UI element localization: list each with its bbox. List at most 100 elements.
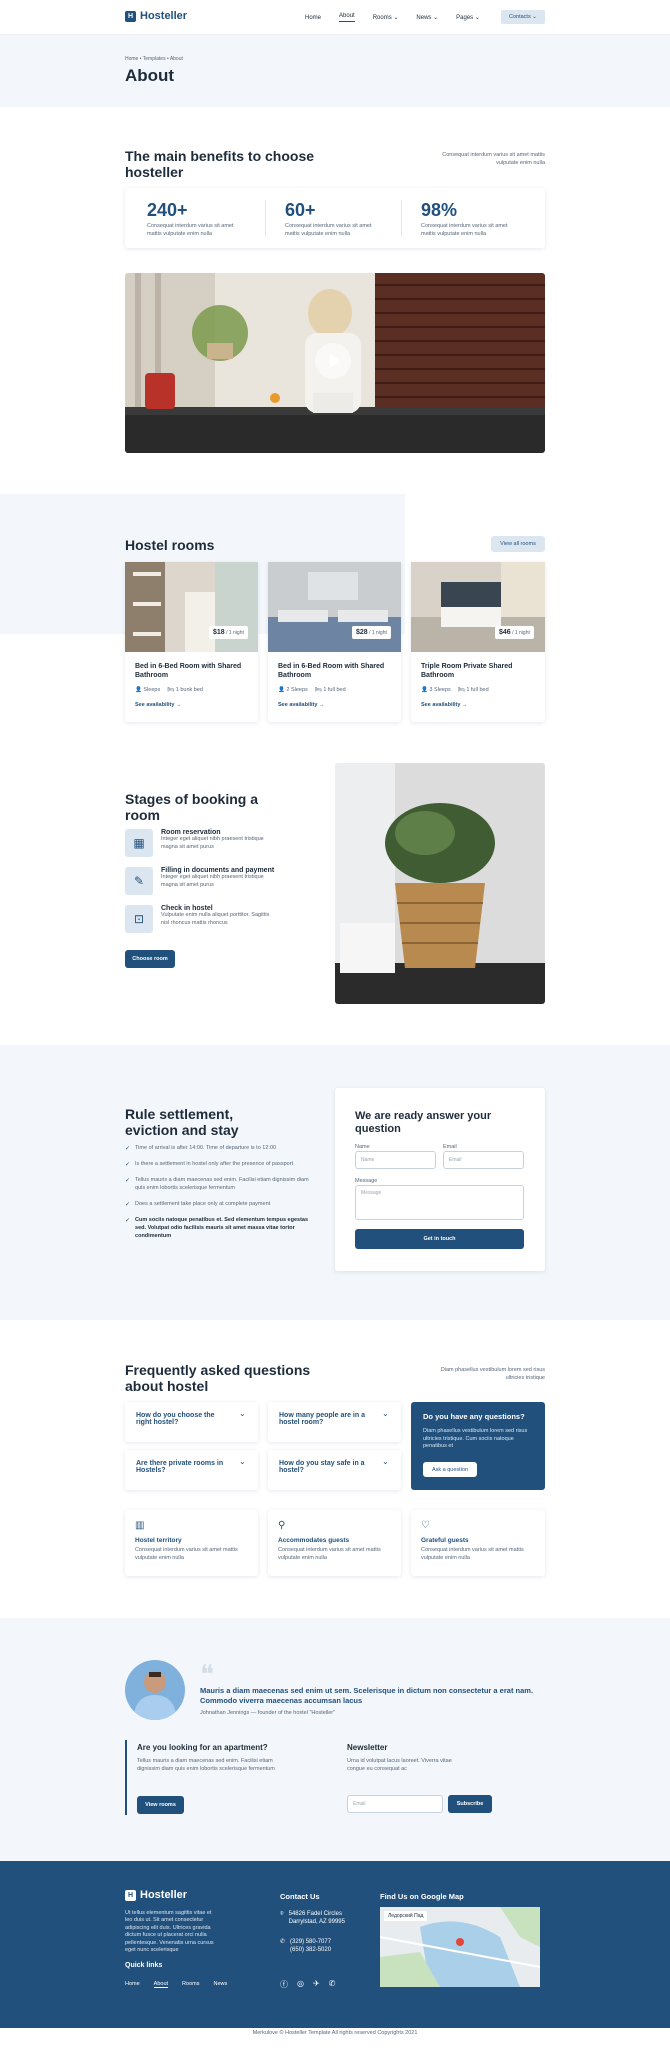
stage-item: ⊡ Check in hostel Vulputate enim nulla al… xyxy=(125,905,315,943)
feature-title: Hostel territory xyxy=(135,1537,182,1544)
faq-item[interactable]: How many people are in a hostel room? ⌄ xyxy=(268,1402,401,1442)
faq-item[interactable]: Are there private rooms in Hostels? ⌄ xyxy=(125,1450,258,1490)
nav-rooms[interactable]: Rooms ⌄ xyxy=(373,14,399,21)
plant-image xyxy=(335,763,545,1004)
faq-question: How do you choose the right hostel? xyxy=(136,1412,215,1426)
video-preview[interactable] xyxy=(125,273,545,453)
see-availability-link[interactable]: See availability → xyxy=(421,702,467,708)
heart-icon: ♡ xyxy=(421,1520,430,1531)
map-title: Find Us on Google Map xyxy=(380,1892,464,1901)
stat-value: 60+ xyxy=(285,200,316,220)
stat-2: 60+ Consequat interdum varius sit amet m… xyxy=(285,200,385,239)
room-card[interactable]: $46 / 1 night Triple Room Private Shared… xyxy=(411,562,545,722)
footer-link-news[interactable]: News xyxy=(213,1981,227,1988)
questions-box: Do you have any questions? Diam phasellu… xyxy=(411,1402,545,1490)
room-card[interactable]: $28 / 1 night Bed in 6-Bed Room with Sha… xyxy=(268,562,401,722)
logo[interactable]: H Hosteller xyxy=(125,10,187,22)
stats-card: 240+ Consequat interdum varius sit amet … xyxy=(125,188,545,248)
nav-about[interactable]: About xyxy=(339,13,355,22)
faq-title: Frequently asked questions about hostel xyxy=(125,1362,311,1395)
divider xyxy=(265,200,266,236)
quote-section-bg xyxy=(0,1618,670,1861)
see-availability-link[interactable]: See availability → xyxy=(135,702,181,708)
faq-item[interactable]: How do you stay safe in a hostel? ⌄ xyxy=(268,1450,401,1490)
stage-item: ▦ Room reservation Integer eget aliquet n… xyxy=(125,829,315,867)
footer-logo[interactable]: H Hosteller xyxy=(125,1889,187,1901)
stage-item: ✎ Filling in documents and payment Intege… xyxy=(125,867,315,905)
chevron-down-icon[interactable]: ⌄ xyxy=(382,1409,389,1418)
whatsapp-icon[interactable]: ✆ xyxy=(329,1979,336,1990)
check-icon: ✓ xyxy=(125,1177,131,1184)
stage-title: Room reservation xyxy=(161,829,221,836)
rule-item: ✓ Tellus mauris a diam maecenas sed enim.… xyxy=(125,1176,309,1191)
subscribe-button[interactable]: Subscribe xyxy=(448,1795,492,1813)
faq-item[interactable]: How do you choose the right hostel? ⌄ xyxy=(125,1402,258,1442)
message-textarea[interactable]: Message xyxy=(355,1185,524,1220)
room-name: Triple Room Private Shared Bathroom xyxy=(421,663,513,679)
feature-card: ⚲ Accommodates guests Consequat interdum… xyxy=(268,1510,401,1576)
footer-link-rooms[interactable]: Rooms xyxy=(182,1981,199,1988)
footer-link-home[interactable]: Home xyxy=(125,1981,140,1988)
stage-text: Integer eget aliquet nibh praesent trist… xyxy=(161,874,264,888)
see-availability-link[interactable]: See availability → xyxy=(278,702,324,708)
nav-news[interactable]: News ⌄ xyxy=(416,14,438,21)
form-title: We are ready answer your question xyxy=(355,1110,492,1135)
room-name: Bed in 6-Bed Room with Shared Bathroom xyxy=(135,663,242,679)
email-input[interactable]: Email xyxy=(443,1151,524,1169)
get-in-touch-button[interactable]: Get in touch xyxy=(355,1229,524,1249)
newsletter-email-input[interactable]: Email xyxy=(347,1795,443,1813)
choose-room-button[interactable]: Choose room xyxy=(125,950,175,968)
name-input[interactable]: Name xyxy=(355,1151,436,1169)
stat-text: Consequat interdum varius sit amet matti… xyxy=(147,223,234,237)
stage-title: Check in hostel xyxy=(161,905,213,912)
stat-1: 240+ Consequat interdum varius sit amet … xyxy=(147,200,247,239)
page-title: About xyxy=(125,66,175,85)
footer-text: Ut tellus elementum sagittis vitae et le… xyxy=(125,1910,214,1954)
room-meta: 👤 Sleeps 🛏 1 bunk bed xyxy=(135,687,203,695)
instagram-icon[interactable]: ◎ xyxy=(297,1979,304,1990)
questions-box-title: Do you have any questions? xyxy=(423,1412,525,1421)
play-icon[interactable] xyxy=(315,343,351,379)
facebook-icon[interactable]: ⓕ xyxy=(280,1979,288,1990)
google-map[interactable]: Ледорский Пад xyxy=(380,1907,540,1987)
twitter-icon[interactable]: ✈ xyxy=(313,1979,320,1990)
chevron-down-icon[interactable]: ⌄ xyxy=(239,1457,246,1466)
rule-item: ✓ Is there a settlement in hostel only af… xyxy=(125,1160,294,1168)
footer-link-about[interactable]: About xyxy=(153,1981,169,1988)
faq-side-text: Diam phasellus vestibulum lorem sed risu… xyxy=(440,1367,545,1381)
footer-nav: Home About Rooms News xyxy=(125,1981,227,1988)
contacts-button[interactable]: Contacts ⌄ xyxy=(501,10,545,24)
ask-question-button[interactable]: Ask a question xyxy=(423,1462,477,1477)
rules-list: ✓ Time of arrival is after 14:00. Time of… xyxy=(125,1145,320,1241)
nav-home[interactable]: Home xyxy=(305,15,321,21)
plant-photo xyxy=(335,763,545,1004)
guests-icon: ⚲ xyxy=(278,1520,286,1531)
stage-text: Vulputate enim nulla aliquet porttitor. … xyxy=(161,912,270,926)
room-card[interactable]: $18 / 1 night Bed in 6-Bed Room with Sha… xyxy=(125,562,258,722)
view-rooms-button[interactable]: View rooms xyxy=(137,1796,184,1814)
chevron-down-icon[interactable]: ⌄ xyxy=(382,1457,389,1466)
check-icon: ✓ xyxy=(125,1146,131,1152)
rule-item: ✓ Time of arrival is after 14:00. Time of… xyxy=(125,1145,277,1152)
location-icon: ⌾ xyxy=(280,1911,284,1917)
stat-text: Consequat interdum varius sit amet matti… xyxy=(421,223,508,237)
feature-text: Consequat interdum varius sit amet matti… xyxy=(278,1547,381,1561)
feature-title: Accommodates guests xyxy=(278,1537,350,1544)
faq-question: Are there private rooms in Hostels? xyxy=(136,1460,224,1474)
accent-bar xyxy=(125,1740,127,1815)
bed-icon: 🛏 1 full bed xyxy=(314,687,346,693)
feature-title: Grateful guests xyxy=(421,1537,469,1544)
feature-text: Consequat interdum varius sit amet matti… xyxy=(421,1547,524,1561)
room-meta: 👤 3 Sleeps 🛏 1 full bed xyxy=(421,687,489,695)
chevron-down-icon[interactable]: ⌄ xyxy=(239,1409,246,1418)
price-badge: $18 / 1 night xyxy=(209,626,248,639)
view-all-rooms-button[interactable]: View all rooms xyxy=(491,536,545,552)
feature-text: Consequat interdum varius sit amet matti… xyxy=(135,1547,238,1561)
price-badge: $46 / 1 night xyxy=(495,626,534,639)
quote-author: Johnathan Jennings — founder of the host… xyxy=(200,1710,336,1716)
stages-list: ▦ Room reservation Integer eget aliquet n… xyxy=(125,829,315,943)
divider xyxy=(401,200,402,236)
site-header: H Hosteller Home About Rooms ⌄ News ⌄ Pa… xyxy=(0,0,670,35)
nav-pages[interactable]: Pages ⌄ xyxy=(456,14,480,21)
contact-form: We are ready answer your question Name N… xyxy=(335,1088,545,1271)
